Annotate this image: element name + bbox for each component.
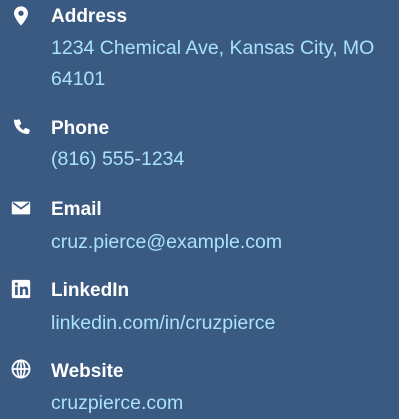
address-value: 1234 Chemical Ave, Kansas City, MO 64101 xyxy=(51,37,375,90)
email-link[interactable]: cruz.pierce@example.com xyxy=(51,227,391,258)
email-label: Email xyxy=(51,199,102,220)
globe-icon xyxy=(10,358,32,380)
linkedin-link[interactable]: linkedin.com/in/cruzpierce xyxy=(51,308,391,339)
map-marker-icon xyxy=(10,5,32,27)
contact-panel: Address 1234 Chemical Ave, Kansas City, … xyxy=(0,0,399,419)
website-link[interactable]: cruzpierce.com xyxy=(51,388,391,419)
address-label: Address xyxy=(51,6,128,27)
website-label: Website xyxy=(51,361,124,382)
linkedin-icon xyxy=(10,278,32,300)
phone-link[interactable]: (816) 555-1234 xyxy=(51,144,391,175)
phone-icon xyxy=(10,116,32,138)
linkedin-label: LinkedIn xyxy=(51,280,130,301)
envelope-icon xyxy=(10,197,32,219)
phone-label: Phone xyxy=(51,118,110,139)
